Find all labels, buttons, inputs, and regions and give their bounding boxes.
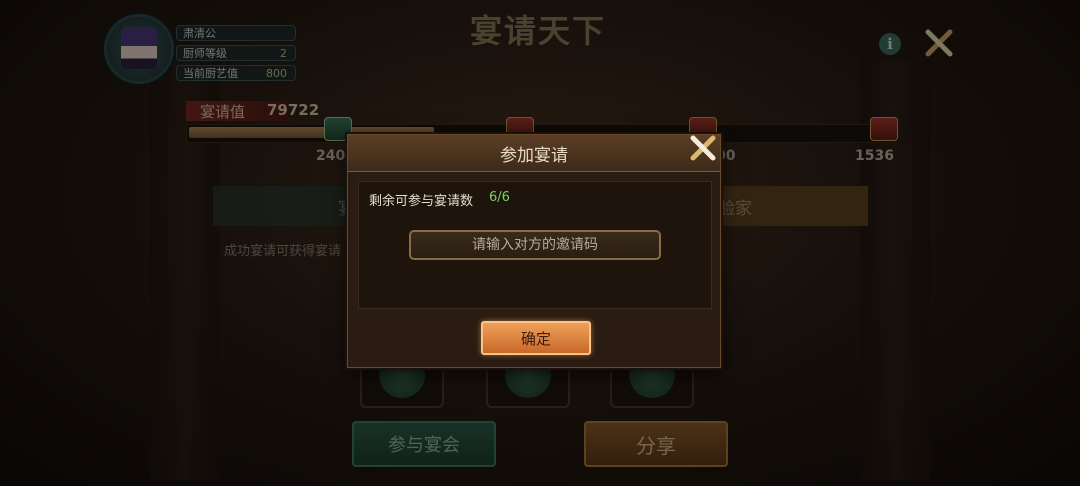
dialog-title: 参加宴请 [500, 146, 568, 166]
remaining-joins-label: 剩余可参与宴请数 [369, 194, 474, 209]
dialog-body: 剩余可参与宴请数 6/6 [358, 181, 712, 309]
dialog-header: 参加宴请 [348, 135, 720, 172]
join-feast-dialog: 参加宴请 剩余可参与宴请数 6/6 确定 [347, 134, 721, 368]
dialog-close-icon[interactable] [688, 133, 718, 163]
confirm-button[interactable]: 确定 [481, 321, 591, 355]
remaining-joins-value: 6/6 [489, 190, 510, 205]
invite-code-input[interactable] [409, 230, 661, 260]
